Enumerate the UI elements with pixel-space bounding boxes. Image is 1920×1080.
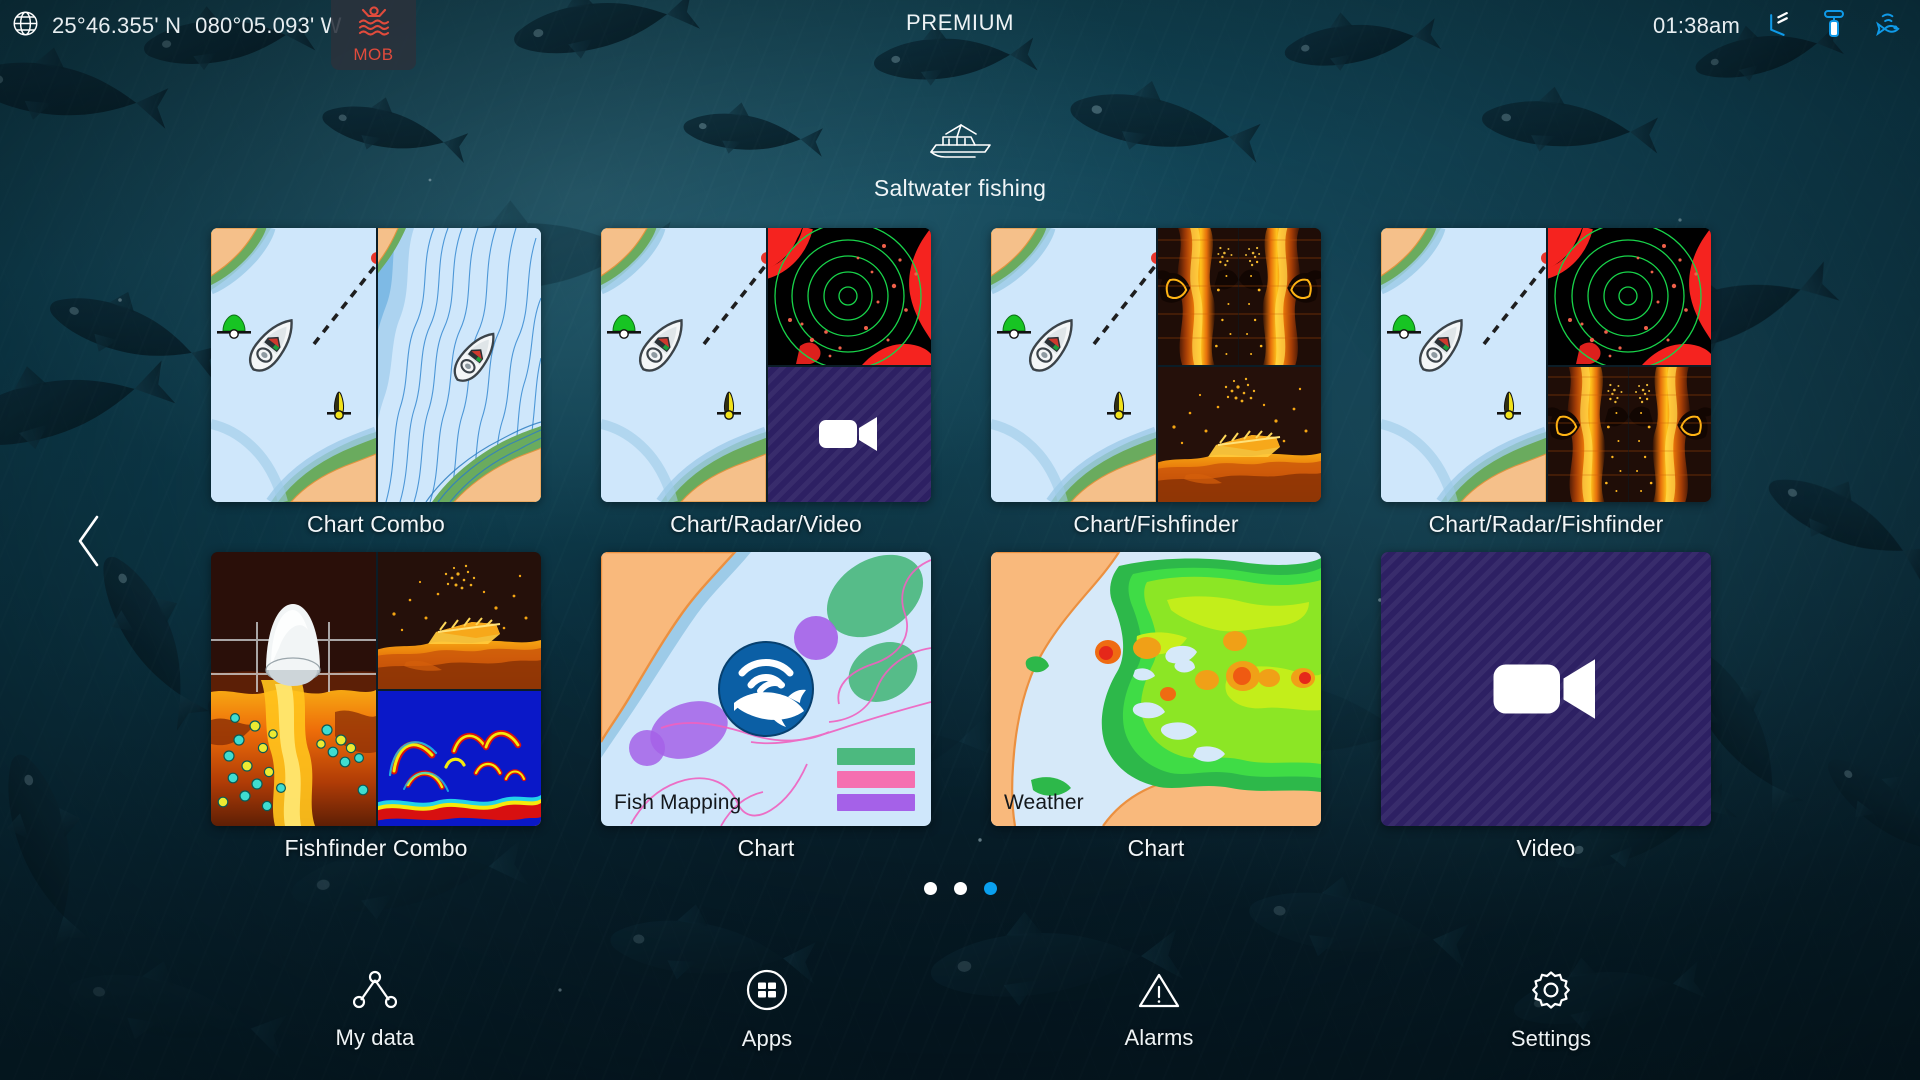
tile-fishfinder-combo: Fishfinder Combo	[211, 552, 541, 862]
pagination-dot-3[interactable]	[983, 882, 997, 895]
apps-grid-icon	[746, 969, 788, 1016]
top-status-bar: 25°46.355' N 080°05.093' W MOB PREMIUM 01…	[0, 0, 1920, 70]
fuel-tank-icon[interactable]	[1821, 9, 1847, 44]
tile-label: Chart	[1127, 835, 1185, 861]
tile-chart-combo-preview[interactable]	[211, 228, 541, 502]
preview-sidescan	[1156, 228, 1321, 365]
tile-chart-fishfinder-preview[interactable]	[991, 228, 1321, 502]
tile-label: Chart Combo	[307, 511, 445, 537]
preview-downscan	[376, 552, 541, 689]
preview-downscan	[1156, 365, 1321, 502]
nav-alarms[interactable]: Alarms	[964, 970, 1354, 1051]
tile-chart-radar-video-preview[interactable]	[601, 228, 931, 502]
nav-label: Alarms	[1124, 1024, 1194, 1050]
wind-sensor-icon[interactable]	[1766, 9, 1795, 43]
preview-chart-left	[211, 228, 376, 502]
chevron-left-icon[interactable]	[62, 504, 116, 578]
bottom-navigation-bar: My data Apps Alarms Settings	[0, 940, 1920, 1080]
gear-icon	[1530, 969, 1572, 1016]
video-camera-icon	[1493, 659, 1595, 719]
tile-chart-radar-fishfinder-preview[interactable]	[1381, 228, 1711, 502]
tile-fishfinder-combo-preview[interactable]	[211, 552, 541, 826]
preview-chart	[1381, 228, 1546, 502]
tile-chart-fishfinder: Chart/Fishfinder	[991, 228, 1321, 538]
tile-caption: Weather	[1004, 791, 1084, 814]
pane-divider-h	[376, 689, 541, 691]
layout-tile-grid: Chart Combo Chart/Radar/Video Chart/Fish…	[211, 228, 1711, 862]
tile-chart-fish-mapping: Fish Mapping Chart	[601, 552, 931, 862]
tile-chart-radar-video: Chart/Radar/Video	[601, 228, 931, 538]
preview-arch-sonar	[376, 689, 541, 826]
page-header: Saltwater fishing	[0, 122, 1920, 202]
preview-video	[766, 365, 931, 502]
preview-radar	[1546, 228, 1711, 365]
nav-apps[interactable]: Apps	[572, 969, 962, 1052]
nav-mydata[interactable]: My data	[180, 970, 570, 1051]
tile-label: Video	[1516, 835, 1576, 861]
preview-forward-sonar	[211, 552, 376, 826]
video-camera-icon	[818, 416, 877, 451]
tile-chart-weather-preview[interactable]: Weather	[991, 552, 1321, 826]
pane-divider	[376, 228, 378, 502]
pane-divider-h	[1156, 365, 1321, 367]
tile-label: Fishfinder Combo	[284, 835, 468, 861]
tile-label: Chart/Radar/Video	[670, 511, 862, 537]
pane-divider-h	[766, 365, 931, 367]
waypoints-icon	[352, 970, 398, 1015]
sportfish-boat-icon	[927, 122, 993, 169]
premium-badge: PREMIUM	[905, 10, 1015, 35]
preview-chart	[601, 228, 766, 502]
tile-chart-weather: Weather Chart	[991, 552, 1321, 862]
nav-settings[interactable]: Settings	[1356, 969, 1746, 1052]
tile-label: Chart	[737, 835, 795, 861]
tile-video: Video	[1381, 552, 1711, 862]
pane-divider-h	[1546, 365, 1711, 367]
preview-radar	[766, 228, 931, 365]
tile-chart-fish-mapping-preview[interactable]: Fish Mapping	[601, 552, 931, 826]
clock: 01:38am	[1652, 13, 1740, 38]
pagination-dot-2[interactable]	[953, 882, 967, 895]
nav-label: Settings	[1510, 1025, 1592, 1051]
tile-caption: Fish Mapping	[614, 791, 742, 814]
tile-label: Chart/Fishfinder	[1073, 511, 1239, 537]
warning-triangle-icon	[1137, 970, 1181, 1015]
preview-chart	[991, 228, 1156, 502]
preview-sidescan	[1546, 365, 1711, 502]
pagination-dots	[0, 882, 1920, 895]
page-title: Saltwater fishing	[873, 175, 1047, 201]
nav-label: My data	[335, 1024, 415, 1050]
tile-chart-combo: Chart Combo	[211, 228, 541, 538]
tile-video-preview[interactable]	[1381, 552, 1711, 826]
tile-chart-radar-fishfinder: Chart/Radar/Fishfinder	[1381, 228, 1711, 538]
mob-label: MOB	[353, 45, 394, 64]
nav-label: Apps	[741, 1025, 793, 1051]
preview-chart-right	[376, 228, 541, 502]
tile-label: Chart/Radar/Fishfinder	[1428, 511, 1664, 537]
pagination-dot-1[interactable]	[923, 882, 937, 895]
sonar-fish-icon[interactable]	[1873, 10, 1906, 43]
